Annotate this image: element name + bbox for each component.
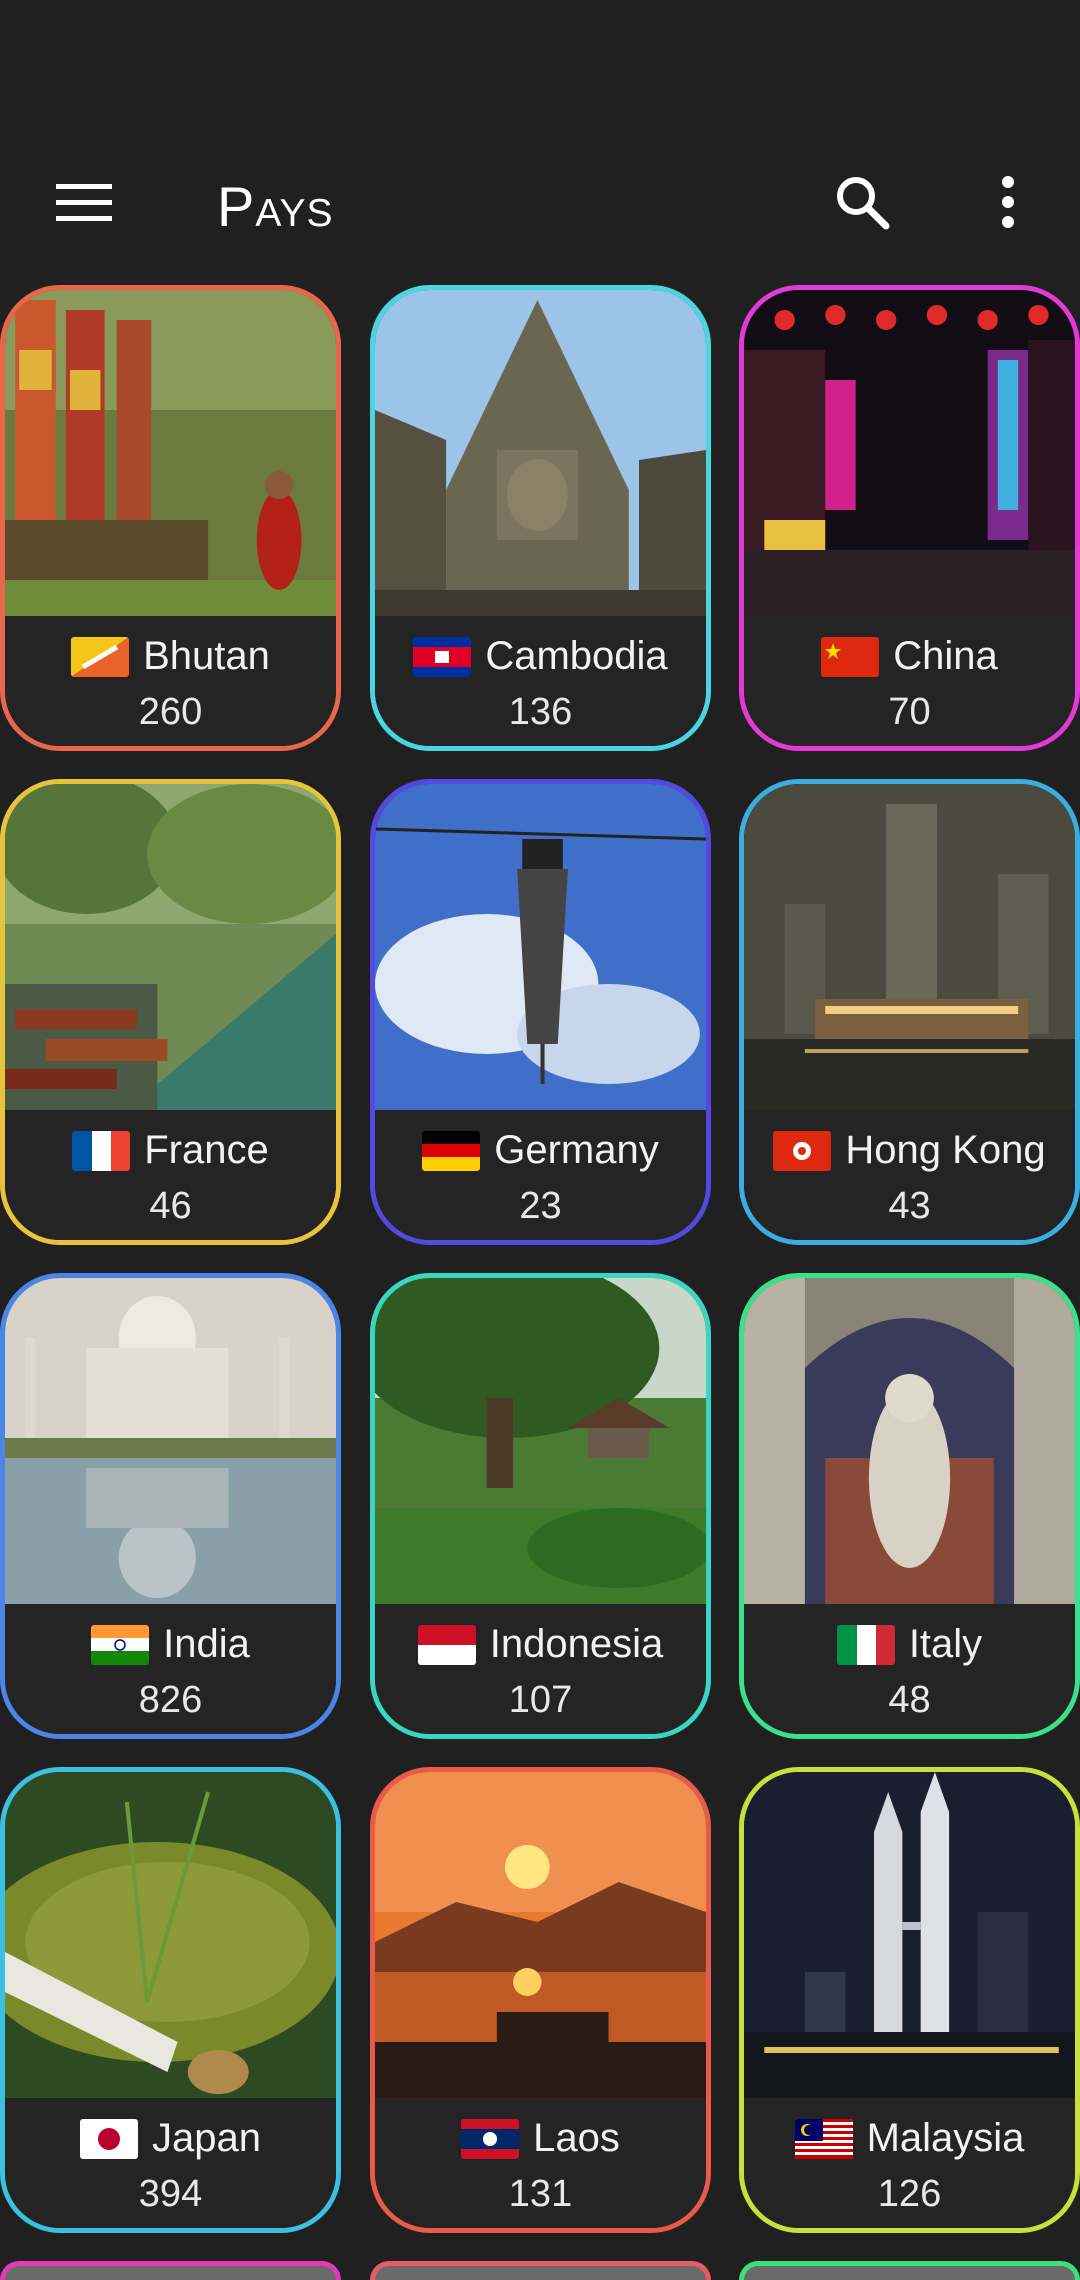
country-photo-count: 826: [138, 1679, 203, 1721]
country-name: Italy: [908, 1622, 983, 1666]
app-bar: Pays: [0, 140, 1080, 264]
country-name: Indonesia: [489, 1622, 664, 1666]
italy-flag-icon: [836, 1624, 895, 1665]
country-photo-count: 136: [508, 691, 573, 733]
japan-flag-icon: [80, 2118, 138, 2159]
country-name-row: India: [5, 1622, 336, 1667]
country-card-cambodia[interactable]: Cambodia 136: [370, 285, 711, 751]
country-caption: India 826: [5, 1604, 336, 1734]
country-card-laos[interactable]: Laos 131: [370, 1767, 711, 2233]
country-name-row: Cambodia: [375, 634, 706, 679]
france-flag-icon: [72, 1130, 131, 1171]
country-photo-count: 70: [888, 691, 931, 733]
india-flag-icon: [91, 1624, 150, 1665]
country-caption: Laos 131: [375, 2098, 706, 2228]
country-photo-count: 260: [138, 691, 203, 733]
country-card-hong-kong[interactable]: Hong Kong 43: [739, 779, 1080, 1245]
country-card-italy[interactable]: Italy 48: [739, 1273, 1080, 1739]
country-caption: Italy 48: [744, 1604, 1075, 1734]
country-photo: [744, 1772, 1075, 2098]
country-name: India: [163, 1622, 250, 1666]
country-name-row: Hong Kong: [744, 1128, 1075, 1173]
country-card-japan[interactable]: Japan 394: [0, 1767, 341, 2233]
country-card-malaysia[interactable]: Malaysia 126: [739, 1767, 1080, 2233]
country-name: Laos: [533, 2116, 620, 2160]
country-name: Malaysia: [866, 2116, 1025, 2160]
country-name: Germany: [494, 1128, 659, 1172]
country-caption: Malaysia 126: [744, 2098, 1075, 2228]
country-name: Cambodia: [485, 634, 668, 678]
hong-kong-flag-icon: [773, 1130, 832, 1171]
search-icon[interactable]: [800, 140, 924, 264]
hamburger-menu-icon[interactable]: [22, 140, 146, 264]
country-name-row: Bhutan: [5, 634, 336, 679]
country-name: China: [893, 634, 998, 678]
country-photo-count: 131: [508, 2173, 573, 2215]
country-card-france[interactable]: France 46: [0, 779, 341, 1245]
china-flag-icon: [821, 636, 880, 677]
page-title: Pays: [217, 175, 334, 238]
country-caption: China 70: [744, 616, 1075, 746]
germany-flag-icon: [422, 1130, 481, 1171]
country-card-india[interactable]: India 826: [0, 1273, 341, 1739]
country-name: Hong Kong: [845, 1128, 1046, 1172]
country-caption: Cambodia 136: [375, 616, 706, 746]
country-photo: [375, 290, 706, 616]
country-photo-count: 126: [877, 2173, 942, 2215]
country-photo: [5, 290, 336, 616]
country-name-row: Malaysia: [744, 2116, 1075, 2161]
country-caption: Japan 394: [5, 2098, 336, 2228]
country-card-china[interactable]: China 70: [739, 285, 1080, 751]
country-photo: [5, 1278, 336, 1604]
country-name-row: France: [5, 1128, 336, 1173]
country-caption: Bhutan 260: [5, 616, 336, 746]
country-caption: France 46: [5, 1110, 336, 1240]
country-card-bhutan[interactable]: Bhutan 260: [0, 285, 341, 751]
country-caption: Indonesia 107: [375, 1604, 706, 1734]
country-photo: [744, 290, 1075, 616]
country-photo-count: 43: [888, 1185, 931, 1227]
country-photo-count: 394: [138, 2173, 203, 2215]
indonesia-flag-icon: [417, 1624, 476, 1665]
country-photo: [375, 1278, 706, 1604]
cambodia-flag-icon: [413, 636, 472, 677]
laos-flag-icon: [461, 2118, 520, 2159]
country-caption: Hong Kong 43: [744, 1110, 1075, 1240]
malaysia-flag-icon: [794, 2118, 853, 2159]
country-photo: [5, 1772, 336, 2098]
more-vertical-icon[interactable]: [946, 140, 1070, 264]
country-photo: [744, 784, 1075, 1110]
country-name-row: Laos: [375, 2116, 706, 2161]
country-photo-count: 48: [888, 1679, 931, 1721]
country-name-row: Germany: [375, 1128, 706, 1173]
country-card-partial[interactable]: [739, 2261, 1080, 2280]
country-photo-count: 23: [519, 1185, 562, 1227]
status-bar: [0, 0, 1080, 140]
country-caption: Germany 23: [375, 1110, 706, 1240]
country-photo-count: 46: [149, 1185, 192, 1227]
country-name-row: Italy: [744, 1622, 1075, 1667]
country-photo: [744, 1278, 1075, 1604]
country-name-row: Indonesia: [375, 1622, 706, 1667]
country-photo: [375, 1772, 706, 2098]
country-card-partial[interactable]: [370, 2261, 711, 2280]
bhutan-flag-icon: [71, 636, 130, 677]
country-name: France: [144, 1128, 269, 1172]
country-photo: [5, 784, 336, 1110]
country-name: Bhutan: [143, 634, 270, 678]
country-name: Japan: [152, 2116, 261, 2160]
country-photo: [375, 784, 706, 1110]
country-card-indonesia[interactable]: Indonesia 107: [370, 1273, 711, 1739]
country-card-partial[interactable]: [0, 2261, 341, 2280]
country-name-row: Japan: [5, 2116, 336, 2161]
country-card-germany[interactable]: Germany 23: [370, 779, 711, 1245]
country-photo-count: 107: [508, 1679, 573, 1721]
country-name-row: China: [744, 634, 1075, 679]
